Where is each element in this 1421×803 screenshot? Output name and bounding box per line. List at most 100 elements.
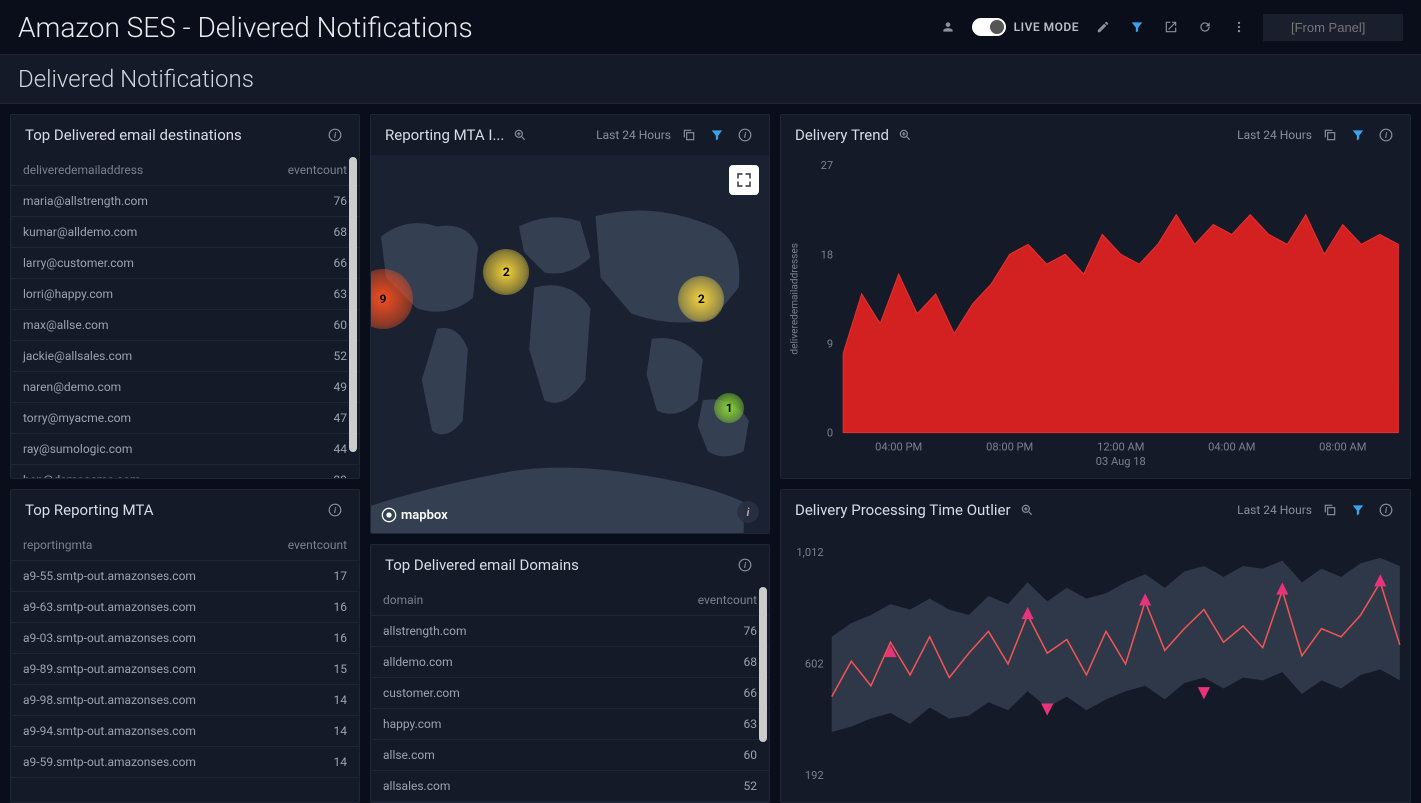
copy-icon[interactable] bbox=[1320, 125, 1340, 145]
table-row[interactable]: a9-98.smtp-out.amazonses.com14 bbox=[11, 685, 359, 716]
panel-mta-map: Reporting MTA I... Last 24 Hours i bbox=[370, 114, 770, 534]
panel-title: Top Reporting MTA bbox=[25, 501, 154, 519]
column-right: Delivery Trend Last 24 Hours i 09182704:… bbox=[780, 114, 1411, 803]
svg-text:i: i bbox=[1385, 505, 1388, 515]
dashboard-subtitle: Delivered Notifications bbox=[0, 54, 1421, 104]
panel-title: Top Delivered email Domains bbox=[385, 556, 579, 574]
filter-icon[interactable] bbox=[1348, 125, 1368, 145]
svg-text:i: i bbox=[744, 560, 747, 570]
column-middle: Reporting MTA I... Last 24 Hours i bbox=[370, 114, 770, 803]
share-icon[interactable] bbox=[1161, 17, 1181, 37]
table-row[interactable]: a9-55.smtp-out.amazonses.com17 bbox=[11, 561, 359, 592]
panel-title: Delivery Processing Time Outlier bbox=[795, 501, 1011, 519]
panel-top-mta: Top Reporting MTA i reportingmta eventco… bbox=[10, 489, 360, 803]
table-row[interactable]: ray@sumologic.com44 bbox=[11, 434, 359, 465]
col-header[interactable]: domain bbox=[371, 585, 595, 616]
destinations-table: deliveredemailaddress eventcount maria@a… bbox=[11, 155, 359, 478]
delivery-trend-chart[interactable]: 09182704:00 PM08:00 PM12:00 AM04:00 AM08… bbox=[781, 155, 1410, 478]
copy-icon[interactable] bbox=[1320, 500, 1340, 520]
svg-text:1,012: 1,012 bbox=[796, 546, 823, 559]
column-left: Top Delivered email destinations i deliv… bbox=[10, 114, 360, 803]
info-icon[interactable]: i bbox=[1376, 125, 1396, 145]
table-row[interactable]: a9-89.smtp-out.amazonses.com15 bbox=[11, 654, 359, 685]
svg-text:08:00 AM: 08:00 AM bbox=[1319, 441, 1366, 454]
panel-top-destinations: Top Delivered email destinations i deliv… bbox=[10, 114, 360, 479]
table-row[interactable]: a9-94.smtp-out.amazonses.com14 bbox=[11, 716, 359, 747]
table-row[interactable]: torry@myacme.com47 bbox=[11, 403, 359, 434]
panel-time-label: Last 24 Hours bbox=[1237, 503, 1312, 517]
live-mode-label: LIVE MODE bbox=[1014, 20, 1079, 34]
dashboard-grid: Top Delivered email destinations i deliv… bbox=[0, 104, 1421, 774]
svg-text:602: 602 bbox=[805, 658, 824, 671]
panel-processing-outlier: Delivery Processing Time Outlier Last 24… bbox=[780, 489, 1411, 803]
col-header[interactable]: reportingmta bbox=[11, 530, 256, 561]
zoom-icon[interactable] bbox=[1017, 500, 1037, 520]
panel-time-label: Last 24 Hours bbox=[596, 128, 671, 142]
col-header[interactable]: eventcount bbox=[256, 530, 359, 561]
col-header[interactable]: eventcount bbox=[234, 155, 359, 186]
header-toolbar: LIVE MODE bbox=[938, 14, 1403, 41]
world-map[interactable]: 9221 i mapbox bbox=[371, 155, 769, 533]
svg-text:18: 18 bbox=[821, 248, 833, 261]
table-row[interactable]: customer.com66 bbox=[371, 678, 769, 709]
filter-icon[interactable] bbox=[707, 125, 727, 145]
table-row[interactable]: allse.com60 bbox=[371, 740, 769, 771]
mapbox-logo: mapbox bbox=[381, 507, 448, 523]
mta-table: reportingmta eventcount a9-55.smtp-out.a… bbox=[11, 530, 359, 778]
info-icon[interactable]: i bbox=[735, 555, 755, 575]
zoom-icon[interactable] bbox=[895, 125, 915, 145]
table-row[interactable]: allstrength.com76 bbox=[371, 616, 769, 647]
svg-text:deliveredemailaddresses: deliveredemailaddresses bbox=[790, 243, 801, 354]
table-row[interactable]: larry@customer.com66 bbox=[11, 248, 359, 279]
panel-delivery-trend: Delivery Trend Last 24 Hours i 09182704:… bbox=[780, 114, 1411, 479]
col-header[interactable]: eventcount bbox=[595, 585, 769, 616]
fullscreen-icon[interactable] bbox=[729, 165, 759, 195]
col-header[interactable]: deliveredemailaddress bbox=[11, 155, 234, 186]
info-icon[interactable]: i bbox=[325, 125, 345, 145]
info-icon[interactable]: i bbox=[735, 125, 755, 145]
toggle-switch[interactable] bbox=[972, 18, 1006, 36]
table-row[interactable]: a9-59.smtp-out.amazonses.com14 bbox=[11, 747, 359, 778]
table-row[interactable]: naren@demo.com49 bbox=[11, 372, 359, 403]
svg-text:04:00 AM: 04:00 AM bbox=[1208, 441, 1255, 454]
svg-text:i: i bbox=[1385, 130, 1388, 140]
table-row[interactable]: lorri@happy.com63 bbox=[11, 279, 359, 310]
scrollbar[interactable] bbox=[759, 587, 767, 742]
map-marker[interactable]: 2 bbox=[678, 276, 724, 322]
map-info-icon[interactable]: i bbox=[737, 501, 759, 523]
svg-text:03 Aug 18: 03 Aug 18 bbox=[1096, 455, 1146, 468]
panel-top-domains: Top Delivered email Domains i domain eve… bbox=[370, 544, 770, 803]
info-icon[interactable]: i bbox=[325, 500, 345, 520]
time-range-input[interactable] bbox=[1263, 14, 1403, 41]
panel-title: Top Delivered email destinations bbox=[25, 126, 242, 144]
table-row[interactable]: jackie@allsales.com52 bbox=[11, 341, 359, 372]
table-row[interactable]: maria@allstrength.com76 bbox=[11, 186, 359, 217]
scrollbar[interactable] bbox=[349, 157, 357, 452]
table-row[interactable]: kumar@alldemo.com68 bbox=[11, 217, 359, 248]
panel-time-label: Last 24 Hours bbox=[1237, 128, 1312, 142]
live-mode-toggle[interactable]: LIVE MODE bbox=[972, 18, 1079, 36]
more-icon[interactable] bbox=[1229, 17, 1249, 37]
zoom-icon[interactable] bbox=[510, 125, 530, 145]
table-row[interactable]: max@allse.com60 bbox=[11, 310, 359, 341]
table-row[interactable]: happy.com63 bbox=[371, 709, 769, 740]
table-row[interactable]: alldemo.com68 bbox=[371, 647, 769, 678]
refresh-icon[interactable] bbox=[1195, 17, 1215, 37]
app-header: Amazon SES - Delivered Notifications LIV… bbox=[0, 0, 1421, 54]
page-title: Amazon SES - Delivered Notifications bbox=[18, 11, 473, 44]
table-row[interactable]: ben@demoacme.com39 bbox=[11, 465, 359, 479]
table-row[interactable]: a9-03.smtp-out.amazonses.com16 bbox=[11, 623, 359, 654]
panel-title: Reporting MTA I... bbox=[385, 126, 504, 144]
copy-icon[interactable] bbox=[679, 125, 699, 145]
svg-text:08:00 PM: 08:00 PM bbox=[986, 441, 1033, 454]
table-row[interactable]: a9-63.smtp-out.amazonses.com16 bbox=[11, 592, 359, 623]
processing-outlier-chart[interactable]: 1926021,012 bbox=[781, 530, 1410, 802]
info-icon[interactable]: i bbox=[1376, 500, 1396, 520]
table-row[interactable]: allsales.com52 bbox=[371, 771, 769, 802]
filter-icon[interactable] bbox=[1348, 500, 1368, 520]
edit-icon[interactable] bbox=[1093, 17, 1113, 37]
svg-text:12:00 AM: 12:00 AM bbox=[1097, 441, 1144, 454]
user-icon[interactable] bbox=[938, 17, 958, 37]
time-range-input-wrap[interactable] bbox=[1263, 14, 1403, 41]
filter-icon[interactable] bbox=[1127, 17, 1147, 37]
